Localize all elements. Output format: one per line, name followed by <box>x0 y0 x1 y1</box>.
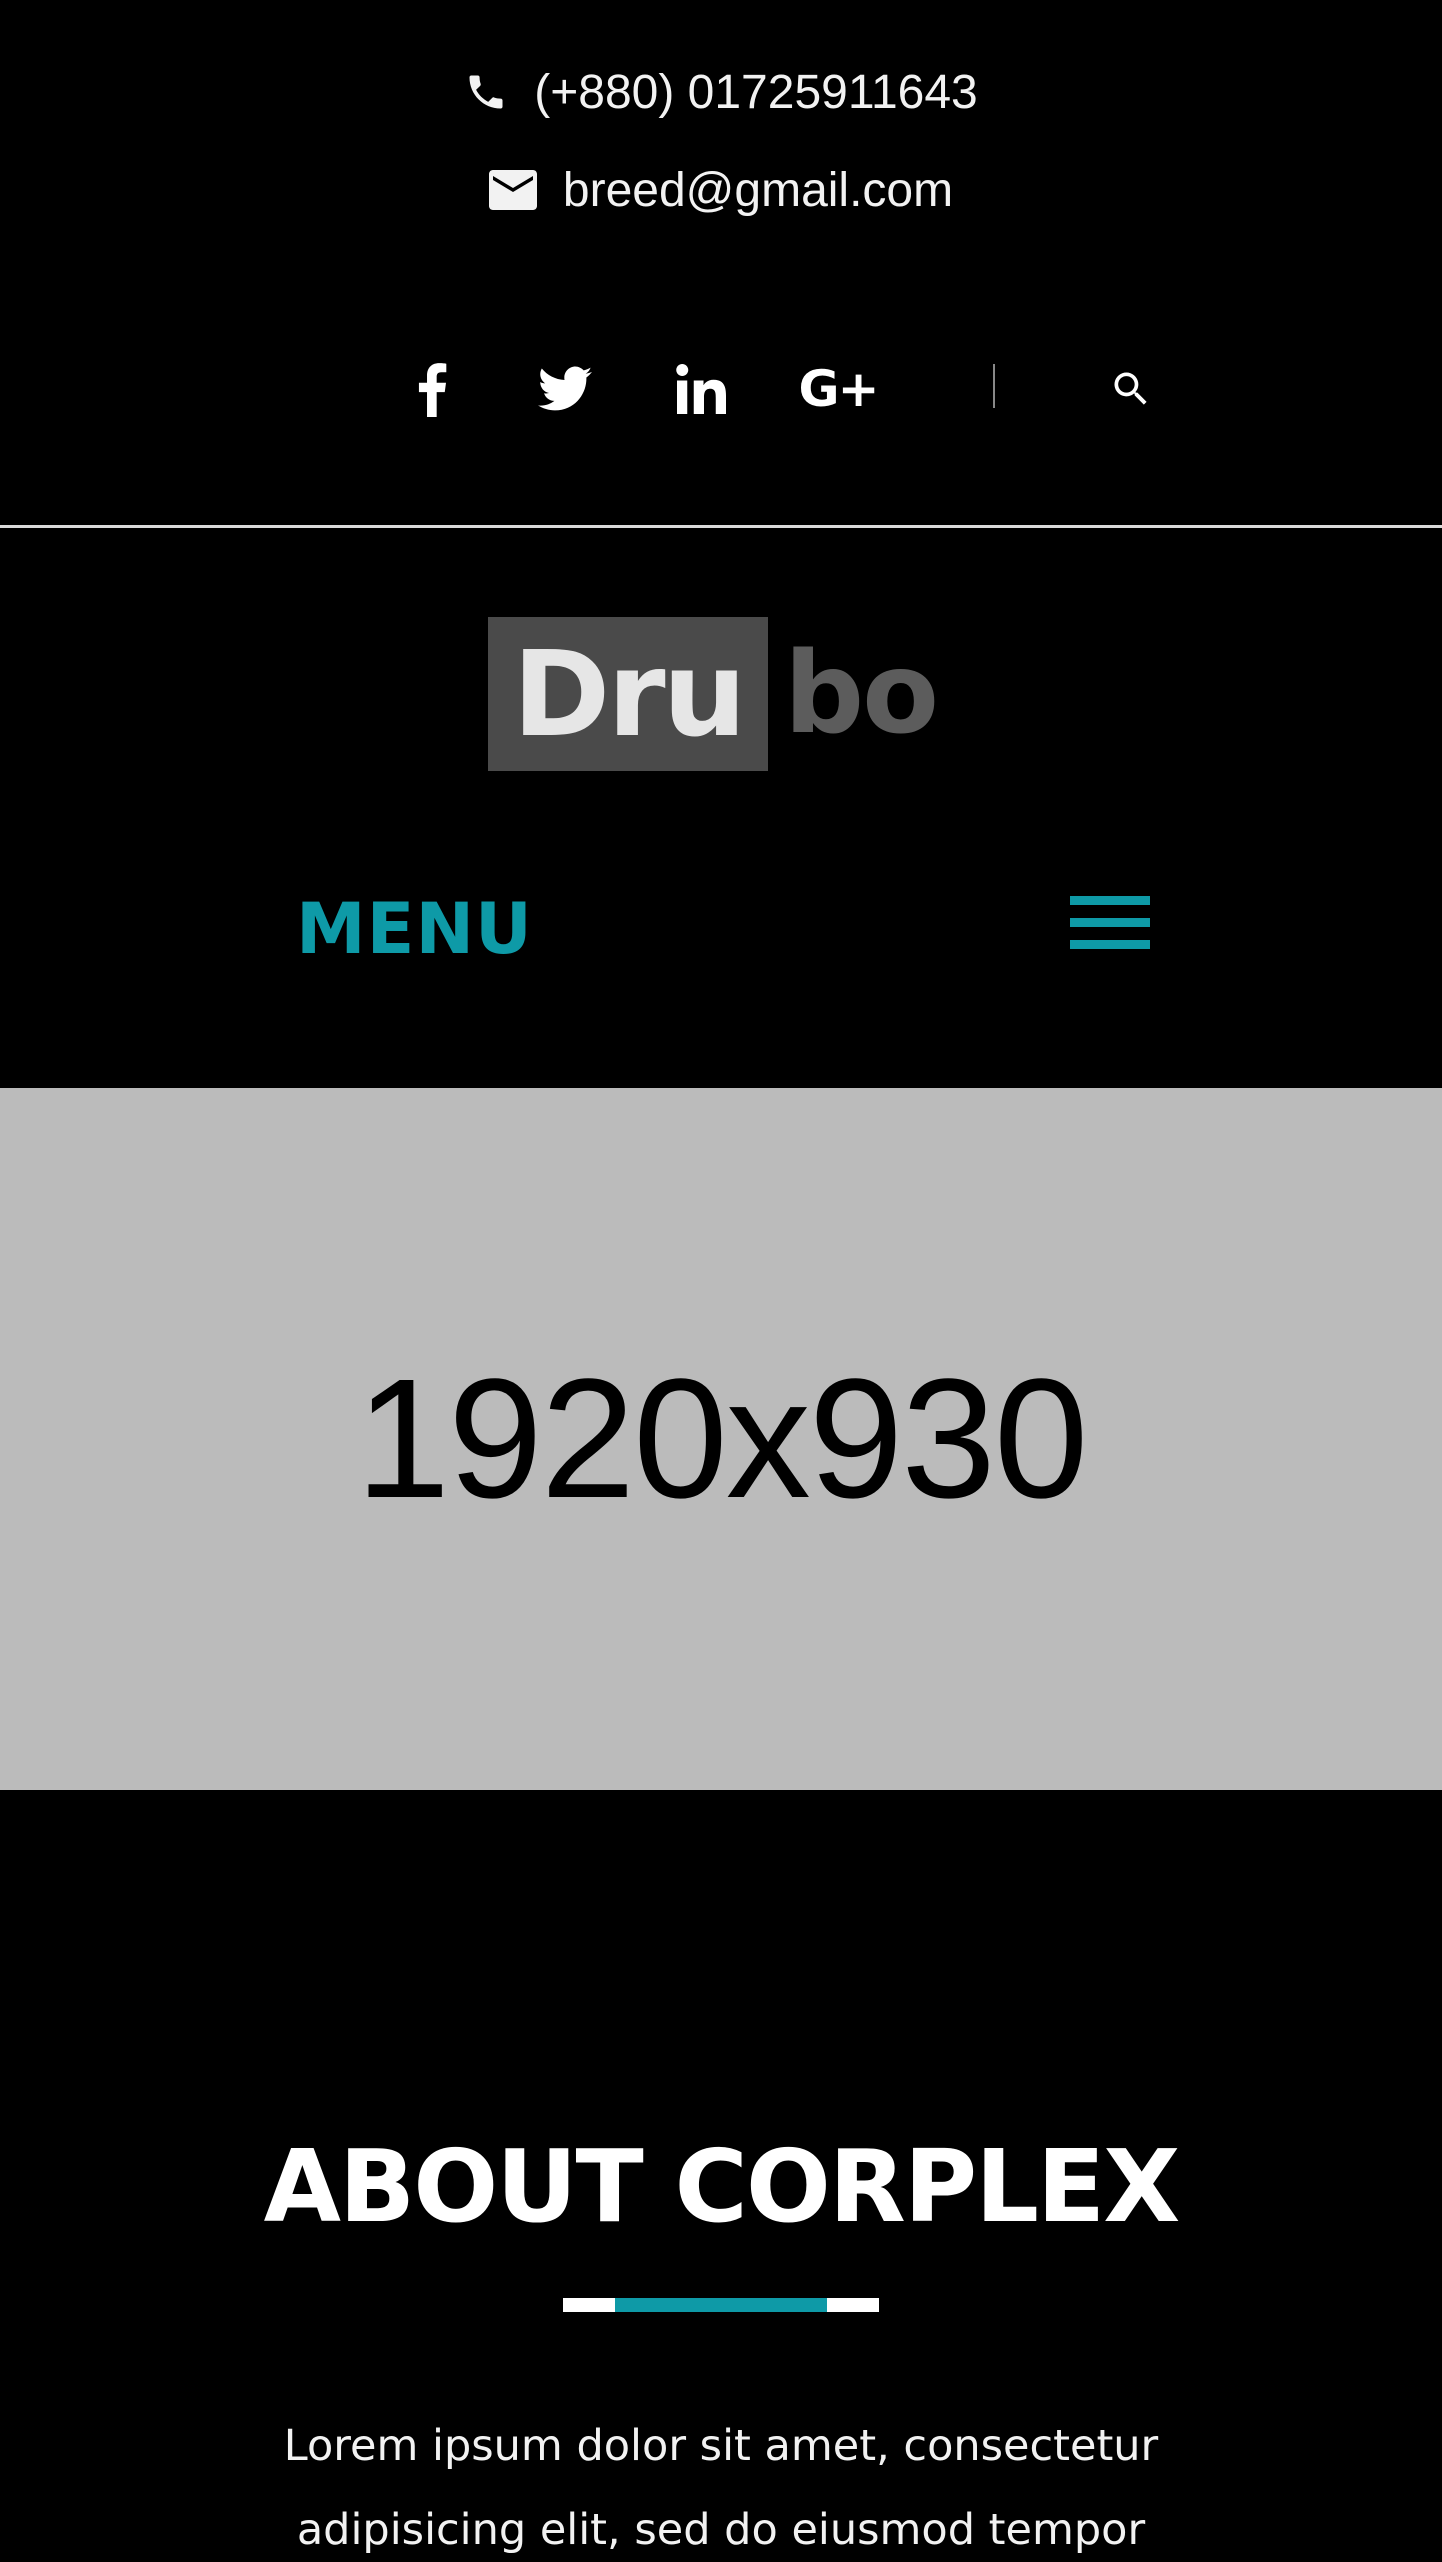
phone-contact[interactable]: (+880) 01725911643 <box>0 54 1442 130</box>
header-divider <box>0 525 1442 528</box>
heading-underline-accent <box>615 2298 827 2312</box>
phone-number: (+880) 01725911643 <box>534 65 978 119</box>
search-icon[interactable] <box>1094 352 1168 426</box>
social-divider <box>993 364 995 408</box>
about-heading: ABOUT CORPLEX <box>263 2128 1181 2245</box>
mail-icon <box>488 170 537 210</box>
about-paragraph: Lorem ipsum dolor sit amet, consectetur … <box>221 2404 1221 2562</box>
hero-placeholder-text: 1920x930 <box>355 1344 1089 1534</box>
logo-text-dru: Dru <box>512 625 746 763</box>
phone-icon <box>464 70 508 114</box>
linkedin-icon[interactable] <box>664 352 738 426</box>
hamburger-menu-icon[interactable] <box>1070 896 1150 952</box>
email-contact[interactable]: breed@gmail.com <box>0 152 1442 228</box>
email-address: breed@gmail.com <box>562 163 954 217</box>
logo-box: Dru <box>488 617 768 771</box>
site-logo[interactable]: Dru bo <box>488 617 939 771</box>
hero-placeholder-image: 1920x930 <box>0 1088 1442 1790</box>
facebook-icon[interactable] <box>395 352 469 426</box>
social-bar: G+ <box>0 352 1442 426</box>
logo-text-bo: bo <box>784 629 939 759</box>
heading-underline <box>563 2298 879 2312</box>
google-plus-icon[interactable]: G+ <box>796 352 880 426</box>
page: (+880) 01725911643 breed@gmail.com G+ Dr… <box>0 0 1442 2562</box>
twitter-icon[interactable] <box>528 352 602 426</box>
about-line-2: adipisicing elit, sed do eiusmod tempor <box>296 2505 1146 2555</box>
menu-label[interactable]: MENU <box>296 888 533 970</box>
google-plus-label: G+ <box>798 360 880 418</box>
about-line-1: Lorem ipsum dolor sit amet, consectetur <box>283 2421 1159 2471</box>
